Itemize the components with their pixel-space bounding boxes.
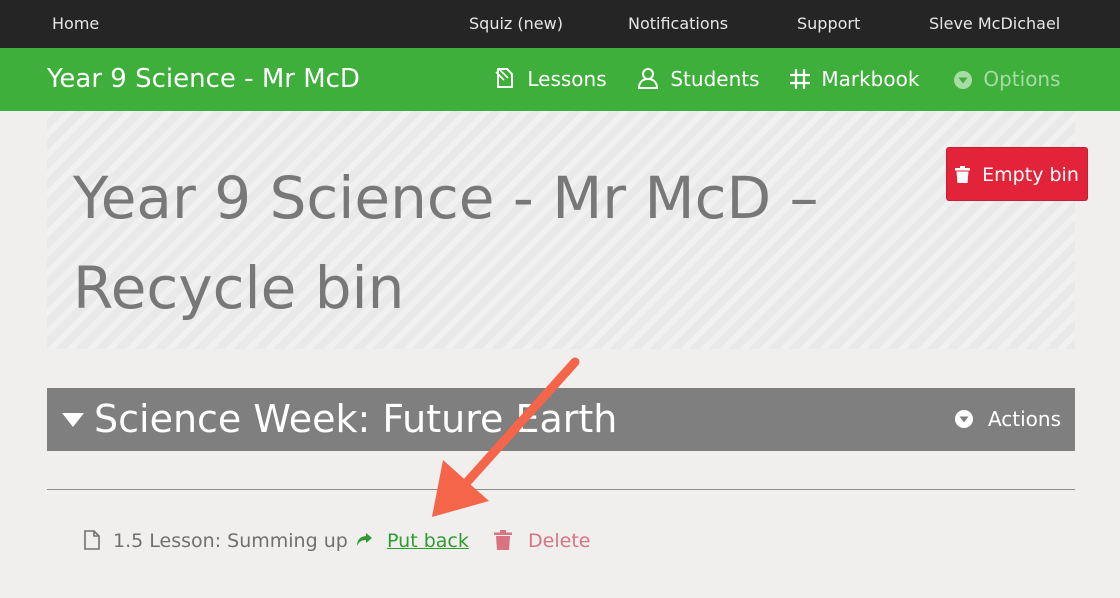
tab-options-label: Options bbox=[983, 67, 1061, 91]
caret-circle-icon bbox=[954, 407, 988, 431]
caret-down-icon[interactable] bbox=[61, 412, 85, 432]
nav-support-link[interactable]: Support bbox=[797, 0, 860, 48]
unit-actions-label: Actions bbox=[987, 407, 1061, 431]
trash-icon bbox=[955, 164, 982, 186]
put-back-label: Put back bbox=[387, 530, 469, 552]
unit-actions-button[interactable]: Actions bbox=[954, 388, 1061, 451]
delete-label: Delete bbox=[528, 530, 591, 552]
lessons-icon bbox=[493, 67, 527, 91]
tab-markbook[interactable]: Markbook bbox=[789, 48, 919, 111]
lesson-item: 1.5 Lesson: Summing up bbox=[84, 524, 348, 558]
tab-markbook-label: Markbook bbox=[821, 67, 920, 91]
lesson-label: 1.5 Lesson: Summing up bbox=[113, 530, 348, 552]
tab-lessons[interactable]: Lessons bbox=[493, 48, 607, 111]
section-divider bbox=[47, 489, 1075, 490]
caret-circle-icon bbox=[953, 67, 983, 91]
tab-students[interactable]: Students bbox=[636, 48, 760, 111]
empty-bin-button[interactable]: Empty bin bbox=[946, 147, 1088, 201]
share-arrow-icon bbox=[356, 530, 379, 552]
tab-lessons-label: Lessons bbox=[527, 67, 607, 91]
unit-title[interactable]: Science Week: Future Earth bbox=[94, 388, 617, 451]
tab-options[interactable]: Options bbox=[953, 48, 1061, 111]
unit-header: Science Week: Future Earth Actions bbox=[47, 388, 1075, 451]
top-navbar: Home Squiz (new) Notifications Support S… bbox=[0, 0, 1120, 48]
class-header-bar: Year 9 Science - Mr McD Lessons Students… bbox=[0, 48, 1120, 111]
trash-icon bbox=[494, 530, 528, 552]
page-title: Year 9 Science - Mr McD – Recycle bin bbox=[73, 164, 819, 322]
nav-notifications-link[interactable]: Notifications bbox=[628, 0, 728, 48]
document-icon bbox=[84, 530, 113, 552]
nav-squiz-link[interactable]: Squiz (new) bbox=[469, 0, 563, 48]
nav-home-link[interactable]: Home bbox=[52, 0, 99, 48]
tab-students-label: Students bbox=[670, 67, 760, 91]
markbook-grid-icon bbox=[789, 67, 821, 91]
put-back-link[interactable]: Put back bbox=[356, 524, 469, 558]
delete-link[interactable]: Delete bbox=[494, 524, 590, 558]
empty-bin-label: Empty bin bbox=[982, 164, 1079, 186]
students-icon bbox=[636, 67, 670, 91]
page-hero: Year 9 Science - Mr McD – Recycle bin bbox=[47, 111, 1075, 349]
nav-user-menu[interactable]: Sleve McDichael bbox=[929, 0, 1060, 48]
class-title[interactable]: Year 9 Science - Mr McD bbox=[47, 48, 360, 111]
